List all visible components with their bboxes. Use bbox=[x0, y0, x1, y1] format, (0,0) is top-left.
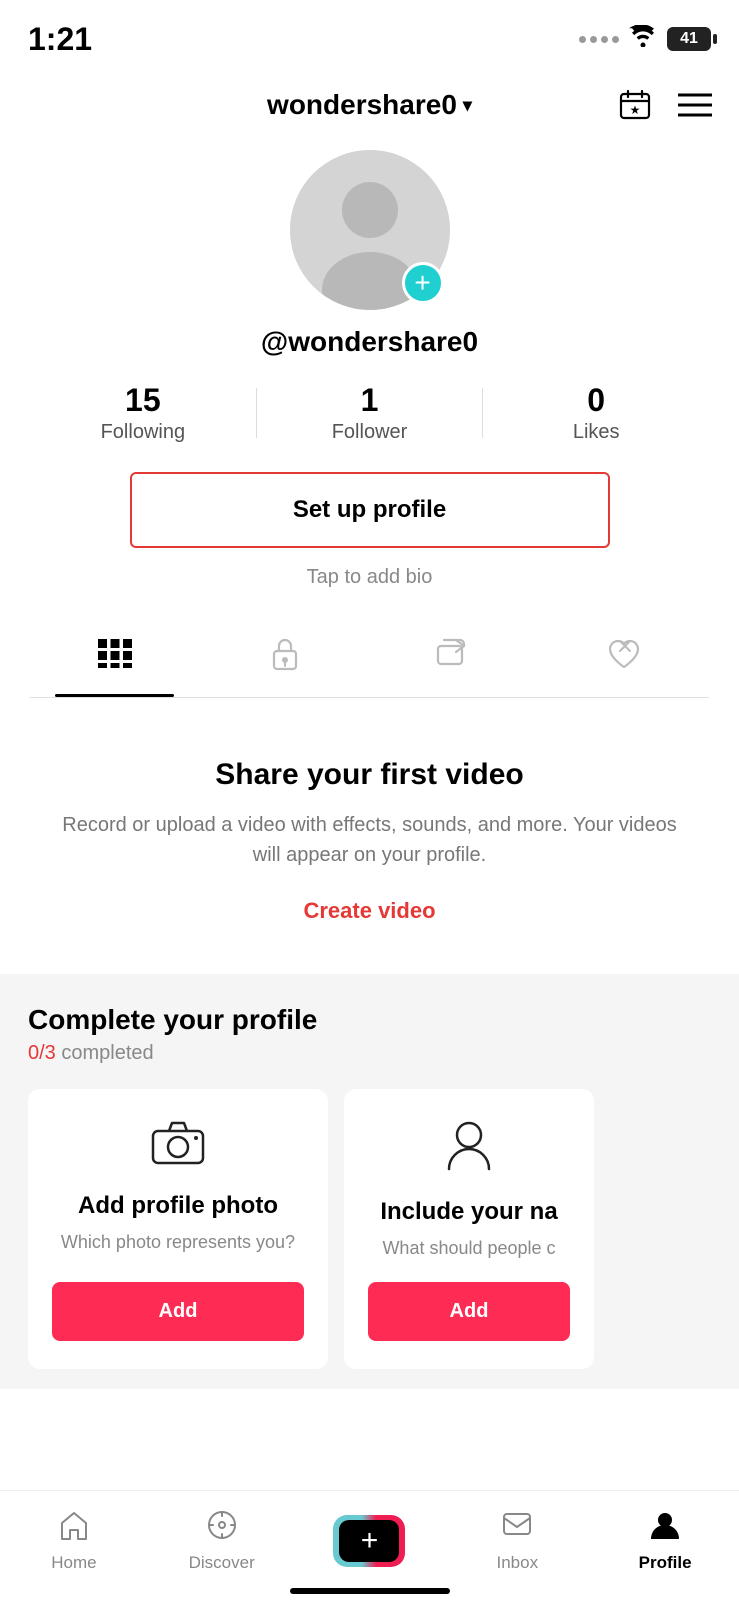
home-icon bbox=[58, 1509, 90, 1549]
nav-username: wondershare0 bbox=[267, 89, 457, 121]
nav-create[interactable]: + bbox=[296, 1515, 444, 1567]
grid-icon bbox=[98, 639, 132, 677]
hamburger-menu-button[interactable] bbox=[675, 85, 715, 125]
status-icons: 41 bbox=[579, 25, 711, 53]
add-name-title: Include your na bbox=[380, 1198, 557, 1226]
profile-nav-label: Profile bbox=[639, 1553, 692, 1573]
share-video-description: Record or upload a video with effects, s… bbox=[50, 810, 689, 870]
likes-label: Likes bbox=[573, 421, 620, 444]
add-photo-card: Add profile photo Which photo represents… bbox=[28, 1089, 328, 1369]
calendar-star-button[interactable]: ★ bbox=[615, 85, 655, 125]
profile-handle: @wondershare0 bbox=[261, 326, 478, 358]
signal-dots-icon bbox=[579, 36, 619, 43]
add-photo-desc: Which photo represents you? bbox=[61, 1232, 295, 1253]
wifi-icon bbox=[629, 25, 657, 53]
likes-count: 0 bbox=[587, 382, 605, 419]
create-video-button[interactable]: Create video bbox=[303, 898, 435, 924]
follower-stat[interactable]: 1 Follower bbox=[257, 382, 483, 444]
complete-profile-progress: 0/3 completed bbox=[28, 1042, 711, 1065]
stats-row: 15 Following 1 Follower 0 Likes bbox=[30, 382, 709, 444]
setup-profile-button[interactable]: Set up profile bbox=[130, 472, 610, 548]
top-navigation: wondershare0 ▾ ★ bbox=[0, 70, 739, 140]
discover-icon bbox=[206, 1509, 238, 1549]
add-name-card: Include your na What should people c Add bbox=[344, 1089, 594, 1369]
tab-liked[interactable] bbox=[539, 619, 709, 697]
progress-fraction: 0/3 bbox=[28, 1042, 56, 1064]
complete-profile-section: Complete your profile 0/3 completed Add … bbox=[0, 974, 739, 1389]
heart-liked-icon bbox=[606, 637, 642, 679]
discover-label: Discover bbox=[189, 1553, 255, 1573]
following-label: Following bbox=[101, 421, 185, 444]
profile-cards-row: Add profile photo Which photo represents… bbox=[28, 1089, 711, 1369]
repost-icon bbox=[436, 638, 472, 678]
lock-icon bbox=[271, 637, 299, 679]
add-photo-title: Add profile photo bbox=[78, 1192, 278, 1220]
status-bar: 1:21 41 bbox=[0, 0, 739, 70]
avatar-wrapper: + bbox=[290, 150, 450, 310]
nav-home[interactable]: Home bbox=[0, 1509, 148, 1573]
svg-text:★: ★ bbox=[630, 103, 641, 117]
profile-section: + @wondershare0 15 Following 1 Follower … bbox=[0, 140, 739, 698]
camera-icon bbox=[151, 1119, 205, 1176]
bottom-navigation: Home Discover + bbox=[0, 1490, 739, 1600]
home-label: Home bbox=[51, 1553, 96, 1573]
nav-action-icons: ★ bbox=[615, 85, 715, 125]
follower-count: 1 bbox=[361, 382, 379, 419]
bio-placeholder[interactable]: Tap to add bio bbox=[307, 566, 433, 589]
following-stat[interactable]: 15 Following bbox=[30, 382, 256, 444]
add-photo-button[interactable]: Add bbox=[52, 1282, 304, 1341]
likes-stat[interactable]: 0 Likes bbox=[483, 382, 709, 444]
create-plus-icon: + bbox=[361, 1524, 379, 1558]
nav-inbox[interactable]: Inbox bbox=[443, 1509, 591, 1573]
create-button[interactable]: + bbox=[333, 1515, 405, 1567]
complete-profile-title: Complete your profile bbox=[28, 1004, 711, 1036]
inbox-label: Inbox bbox=[496, 1553, 538, 1573]
nav-profile[interactable]: Profile bbox=[591, 1509, 739, 1573]
add-name-button[interactable]: Add bbox=[368, 1282, 570, 1341]
avatar-add-button[interactable]: + bbox=[402, 262, 444, 304]
profile-tabs bbox=[30, 619, 709, 698]
nav-discover[interactable]: Discover bbox=[148, 1509, 296, 1573]
add-name-desc: What should people c bbox=[382, 1238, 555, 1259]
username-dropdown[interactable]: wondershare0 ▾ bbox=[267, 89, 472, 121]
following-count: 15 bbox=[125, 382, 161, 419]
home-indicator bbox=[290, 1588, 450, 1594]
tab-reposts[interactable] bbox=[370, 620, 540, 696]
inbox-icon bbox=[501, 1509, 533, 1549]
share-video-title: Share your first video bbox=[215, 758, 523, 792]
chevron-down-icon: ▾ bbox=[463, 95, 472, 116]
tab-videos[interactable] bbox=[30, 621, 200, 695]
battery-icon: 41 bbox=[667, 27, 711, 51]
create-button-inner: + bbox=[339, 1520, 399, 1562]
tab-private[interactable] bbox=[200, 619, 370, 697]
person-icon bbox=[447, 1119, 491, 1182]
share-video-section: Share your first video Record or upload … bbox=[0, 698, 739, 974]
status-time: 1:21 bbox=[28, 21, 92, 58]
profile-nav-icon bbox=[649, 1509, 681, 1549]
follower-label: Follower bbox=[332, 421, 408, 444]
